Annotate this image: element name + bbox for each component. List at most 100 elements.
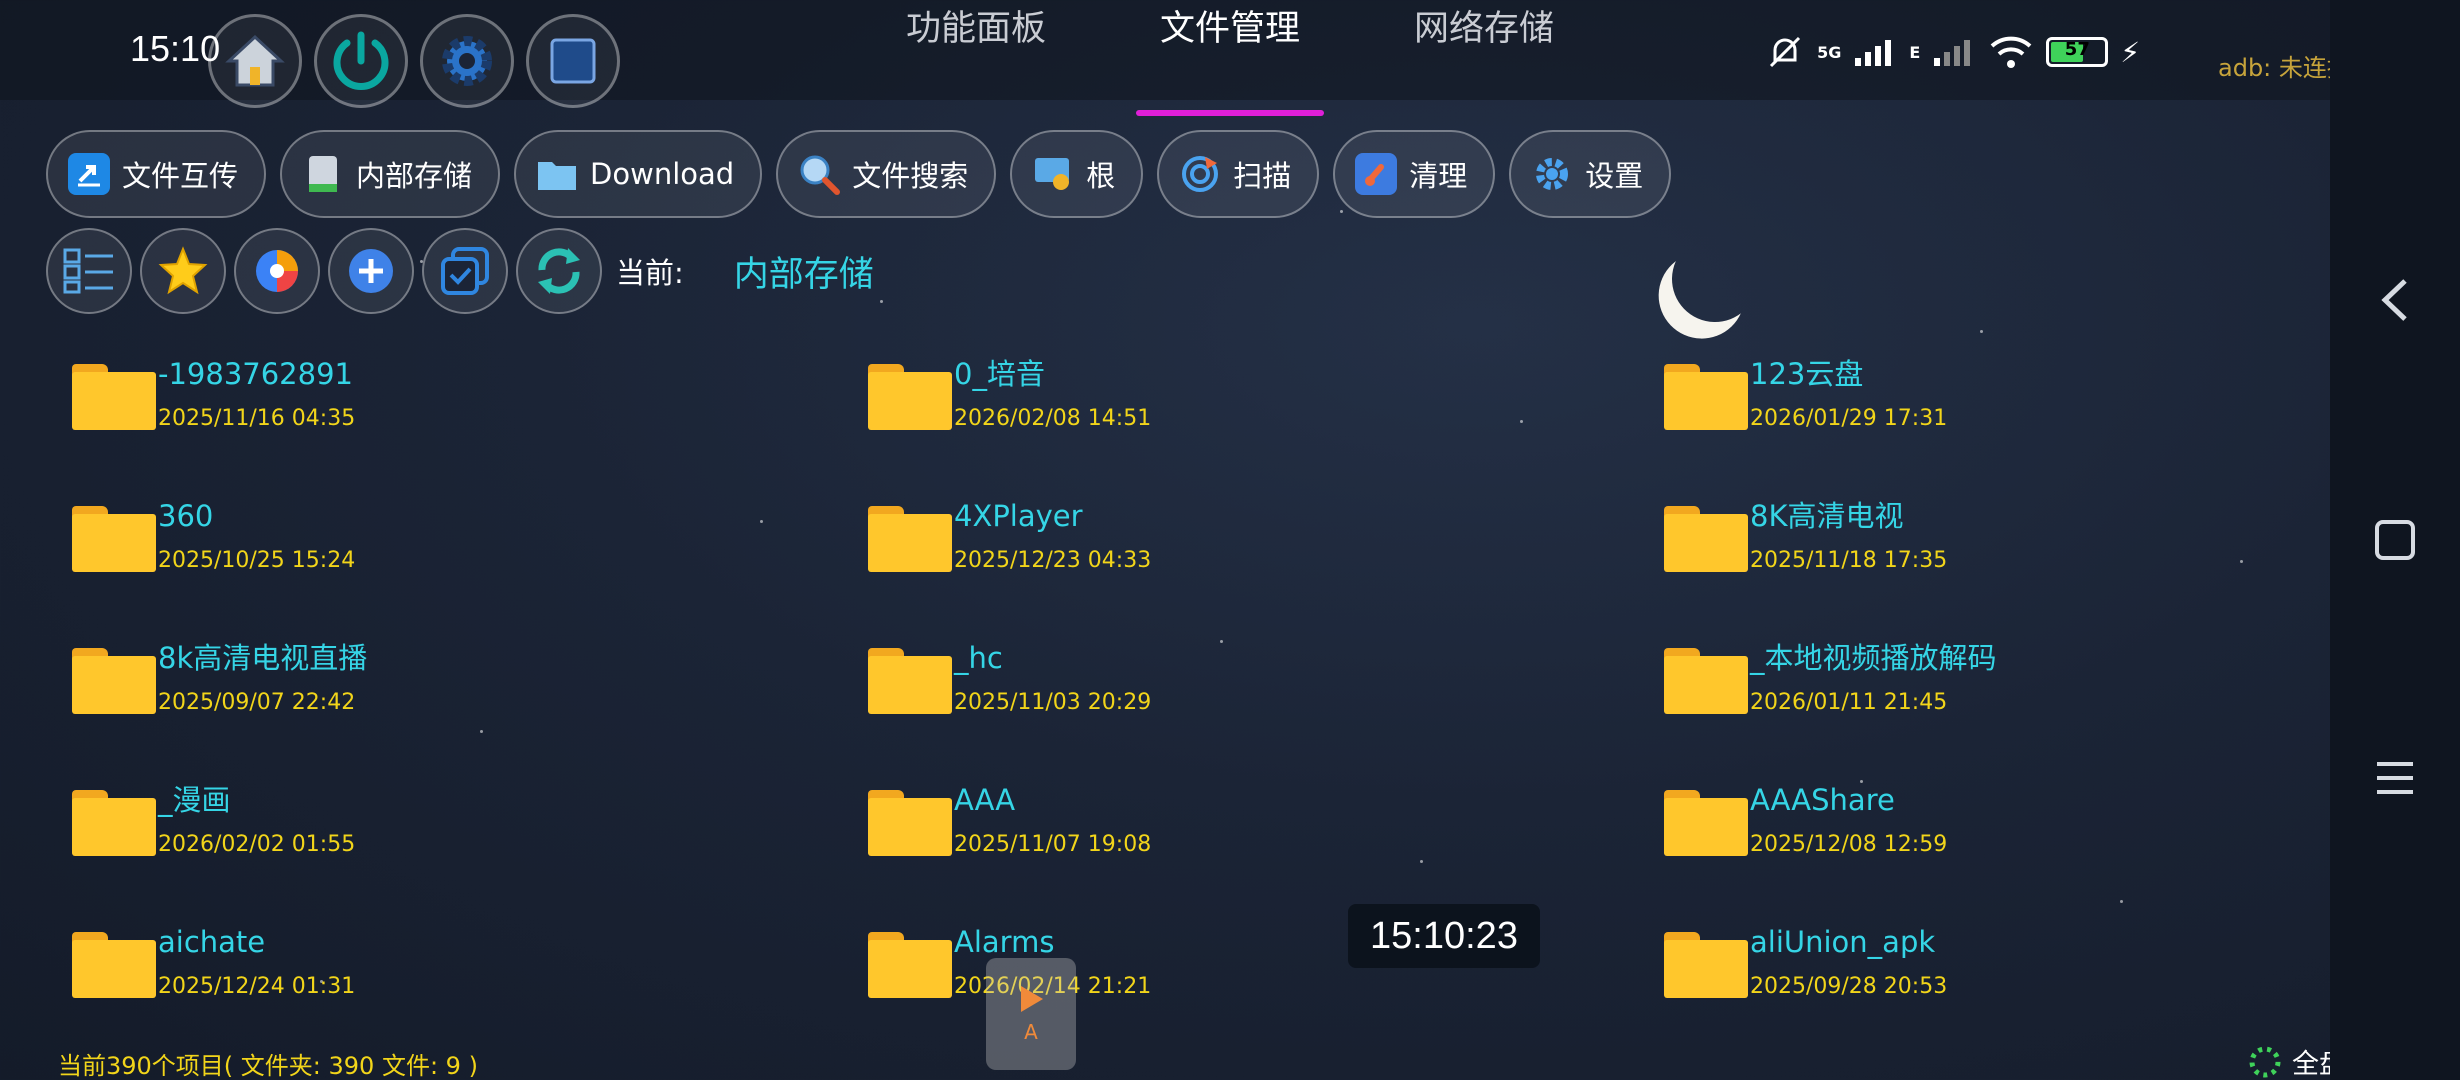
back-button[interactable]	[2330, 260, 2460, 340]
refresh-button[interactable]	[516, 228, 602, 314]
moon-decoration	[1665, 229, 1765, 329]
power-icon	[333, 31, 389, 90]
file-date: 2025/11/07 19:08	[954, 832, 1152, 857]
shortcut-toolbar: 文件互传 内部存储 Download 文件搜索 根 扫描 清理 设置	[46, 130, 1672, 218]
folder-icon	[1664, 790, 1748, 856]
power-button[interactable]	[314, 14, 408, 108]
file-item[interactable]: 8k高清电视直播 2025/09/07 22:42	[72, 640, 868, 782]
file-item[interactable]: _漫画 2026/02/02 01:55	[72, 782, 868, 924]
menu-button[interactable]	[2330, 738, 2460, 818]
signal-weak-icon	[1934, 40, 1971, 66]
wifi-icon	[1990, 36, 2032, 68]
settings-label: 设置	[1585, 159, 1644, 193]
tab-network-storage[interactable]: 网络存储	[1414, 0, 1554, 51]
status-clock: 15:10	[130, 28, 221, 69]
scan-icon	[1179, 153, 1221, 195]
tab-file-manager[interactable]: 文件管理	[1160, 0, 1300, 51]
folder-icon	[1664, 506, 1748, 572]
file-name: _漫画	[158, 783, 231, 817]
file-date: 2025/09/28 20:53	[1750, 974, 1948, 999]
file-date: 2025/11/16 04:35	[158, 406, 356, 431]
file-date: 2026/02/02 01:55	[158, 832, 356, 857]
gear-icon	[442, 36, 492, 86]
battery-level: 57	[2064, 39, 2090, 60]
share-icon	[68, 153, 110, 195]
action-icon-row: 当前: 内部存储	[46, 228, 874, 314]
internal-storage-label: 内部存储	[356, 159, 473, 193]
internal-storage-button[interactable]: 内部存储	[280, 130, 501, 218]
folder-icon	[72, 648, 156, 714]
root-label: 根	[1086, 159, 1116, 193]
favorites-button[interactable]	[140, 228, 226, 314]
file-date: 2025/12/23 04:33	[954, 548, 1152, 573]
file-item[interactable]: AAA 2025/11/07 19:08	[868, 782, 1664, 924]
current-path-value[interactable]: 内部存储	[734, 246, 874, 297]
file-date: 2025/12/24 01:31	[158, 974, 356, 999]
file-transfer-button[interactable]: 文件互传	[46, 130, 267, 218]
battery-icon: 57	[2046, 37, 2109, 67]
multi-select-button[interactable]	[422, 228, 508, 314]
file-name: AAA	[954, 783, 1016, 817]
tab-function-panel[interactable]: 功能面板	[906, 0, 1046, 51]
folder-icon	[72, 364, 156, 430]
pie-chart-icon	[256, 250, 298, 292]
search-icon	[798, 153, 841, 195]
item-summary: 当前390个项目( 文件夹: 390 文件: 9 )	[58, 1052, 478, 1080]
clean-label: 清理	[1409, 159, 1468, 193]
file-item[interactable]: 8K高清电视 2025/11/18 17:35	[1664, 498, 2292, 640]
folder-icon	[1664, 364, 1748, 430]
file-name: aichate	[158, 925, 266, 959]
file-item[interactable]: aliUnion_apk 2025/09/28 20:53	[1664, 924, 2292, 1066]
file-search-button[interactable]: 文件搜索	[776, 130, 997, 218]
list-view-button[interactable]	[46, 228, 132, 314]
floating-play-button[interactable]: A	[986, 958, 1076, 1070]
charging-icon: ⚡	[2120, 35, 2140, 69]
download-button[interactable]: Download	[514, 130, 763, 218]
hamburger-menu-icon	[2377, 762, 2413, 794]
file-name: -1983762891	[158, 357, 353, 391]
system-status: 5G E 57 ⚡	[1765, 30, 2140, 74]
file-item[interactable]: 4XPlayer 2025/12/23 04:33	[868, 498, 1664, 640]
file-item[interactable]: 123云盘 2026/01/29 17:31	[1664, 356, 2292, 498]
home-icon	[225, 34, 285, 87]
loading-spinner-icon	[2249, 1046, 2281, 1077]
folder-icon	[868, 648, 952, 714]
file-date: 2025/09/07 22:42	[158, 690, 356, 715]
plus-icon	[349, 249, 393, 293]
folder-icon	[72, 932, 156, 998]
file-item[interactable]: 0_培音 2026/02/08 14:51	[868, 356, 1664, 498]
file-name: 8K高清电视	[1750, 499, 1904, 533]
file-item[interactable]: 360 2025/10/25 15:24	[72, 498, 868, 640]
file-date: 2025/12/08 12:59	[1750, 832, 1948, 857]
scan-button[interactable]: 扫描	[1157, 130, 1320, 218]
folder-icon	[72, 506, 156, 572]
back-chevron-icon	[2381, 279, 2407, 321]
file-date: 2025/10/25 15:24	[158, 548, 356, 573]
refresh-icon	[538, 248, 580, 294]
root-button[interactable]: 根	[1010, 130, 1144, 218]
download-label: Download	[590, 157, 735, 191]
network-type-secondary: E	[1909, 42, 1921, 62]
storage-analysis-button[interactable]	[234, 228, 320, 314]
clean-button[interactable]: 清理	[1333, 130, 1496, 218]
square-outline-icon	[2375, 520, 2415, 560]
file-name: aliUnion_apk	[1750, 925, 1936, 959]
new-item-button[interactable]	[328, 228, 414, 314]
file-item[interactable]: _hc 2025/11/03 20:29	[868, 640, 1664, 782]
file-item[interactable]: aichate 2025/12/24 01:31	[72, 924, 868, 1066]
settings-round-button[interactable]	[420, 14, 514, 108]
folder-icon	[1664, 648, 1748, 714]
file-item[interactable]: -1983762891 2025/11/16 04:35	[72, 356, 868, 498]
file-item[interactable]: _本地视频播放解码 2026/01/11 21:45	[1664, 640, 2292, 782]
recents-button[interactable]	[2330, 500, 2460, 580]
home-button[interactable]	[208, 14, 302, 108]
floating-button-label: A	[1024, 1020, 1038, 1044]
file-date: 2025/11/18 17:35	[1750, 548, 1948, 573]
file-item[interactable]: AAAShare 2025/12/08 12:59	[1664, 782, 2292, 924]
square-icon	[550, 38, 596, 84]
file-name: 0_培音	[954, 357, 1045, 391]
file-date: 2026/01/29 17:31	[1750, 406, 1948, 431]
settings-button[interactable]: 设置	[1509, 130, 1672, 218]
square-button[interactable]	[526, 14, 620, 108]
file-name: 360	[158, 499, 214, 533]
